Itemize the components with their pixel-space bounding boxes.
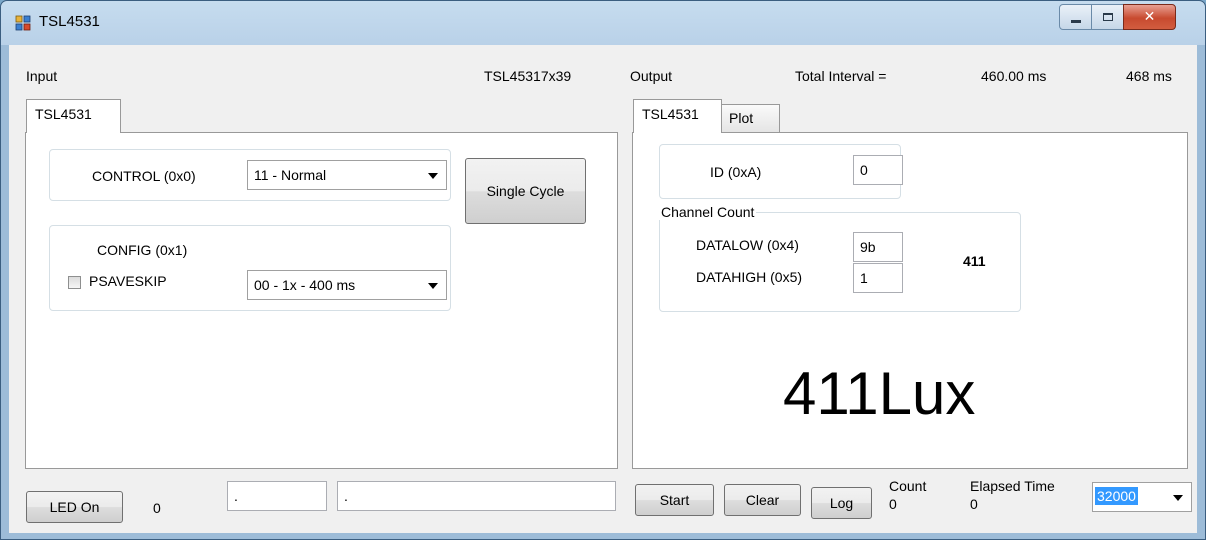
- id-field[interactable]: [853, 155, 903, 185]
- chevron-down-icon: [428, 283, 438, 289]
- single-cycle-label: Single Cycle: [486, 183, 565, 199]
- close-button[interactable]: ✕: [1123, 4, 1176, 30]
- led-value: 0: [153, 500, 161, 516]
- clear-label: Clear: [745, 492, 780, 508]
- tab-label: TSL4531: [35, 106, 92, 122]
- count-label: Count: [889, 478, 927, 494]
- tab-output-tsl4531[interactable]: TSL4531: [633, 99, 722, 133]
- count-value: 0: [889, 496, 897, 512]
- chevron-down-icon: [428, 173, 438, 179]
- chevron-down-icon: [1173, 495, 1183, 501]
- channel-count-title: Channel Count: [659, 204, 757, 220]
- device-info-label: TSL45317x39: [484, 68, 572, 84]
- interval-actual-value: 468 ms: [1126, 68, 1172, 84]
- title-bar[interactable]: TSL4531 ✕: [1, 1, 1205, 45]
- start-label: Start: [659, 492, 690, 508]
- channel-count-total: 411: [963, 253, 986, 269]
- rate-select[interactable]: 32000: [1092, 482, 1192, 512]
- total-interval-value: 460.00 ms: [981, 68, 1047, 84]
- maximize-button[interactable]: [1091, 4, 1124, 30]
- lux-display: 411Lux: [783, 360, 976, 427]
- minimize-button[interactable]: [1059, 4, 1092, 30]
- log-label: Log: [829, 495, 854, 511]
- id-group: ID (0xA): [659, 144, 903, 199]
- output-tab-panel: ID (0xA) Channel Count DATALOW (0x4) DAT…: [632, 132, 1188, 469]
- input-section-label: Input: [26, 68, 58, 84]
- control-select-value: 11 - Normal: [254, 167, 327, 183]
- config-select[interactable]: 00 - 1x - 400 ms: [247, 270, 447, 300]
- tab-input-tsl4531[interactable]: TSL4531: [26, 99, 121, 133]
- config-group: CONFIG (0x1) PSAVESKIP 00 - 1x - 400 ms: [49, 225, 451, 311]
- tab-label: Plot: [729, 110, 754, 126]
- elapsed-time-label: Elapsed Time: [970, 478, 1055, 494]
- tab-label: TSL4531: [642, 106, 699, 122]
- app-icon: [15, 15, 31, 31]
- psaveskip-checkbox[interactable]: [68, 276, 81, 289]
- status-field-1[interactable]: [227, 481, 327, 511]
- channel-count-group: Channel Count DATALOW (0x4) DATAHIGH (0x…: [659, 204, 1021, 312]
- tab-plot[interactable]: Plot: [720, 104, 780, 132]
- total-interval-label: Total Interval =: [795, 68, 887, 84]
- clear-button[interactable]: Clear: [724, 484, 801, 516]
- datahigh-label: DATAHIGH (0x5): [696, 269, 803, 285]
- datalow-label: DATALOW (0x4): [696, 237, 799, 253]
- maximize-icon: [1102, 13, 1113, 21]
- status-field-2[interactable]: [337, 481, 616, 511]
- led-on-label: LED On: [49, 499, 100, 515]
- rate-select-value: 32000: [1095, 487, 1138, 505]
- config-label: CONFIG (0x1): [97, 242, 188, 258]
- datalow-field[interactable]: [853, 232, 903, 262]
- control-select[interactable]: 11 - Normal: [247, 160, 447, 190]
- input-tab-panel: CONTROL (0x0) 11 - Normal Single Cycle C…: [25, 132, 618, 469]
- psaveskip-label: PSAVESKIP: [89, 273, 167, 289]
- start-button[interactable]: Start: [635, 484, 714, 516]
- config-select-value: 00 - 1x - 400 ms: [254, 277, 356, 293]
- output-section-label: Output: [630, 68, 673, 84]
- elapsed-time-value: 0: [970, 496, 978, 512]
- close-icon: ✕: [1143, 9, 1156, 25]
- log-button[interactable]: Log: [811, 487, 872, 519]
- client-area: Input TSL45317x39 Output Total Interval …: [9, 45, 1197, 533]
- control-label: CONTROL (0x0): [92, 168, 196, 184]
- app-window: TSL4531 ✕ Input TSL45317x39 Output Total…: [0, 0, 1206, 540]
- single-cycle-button[interactable]: Single Cycle: [465, 158, 586, 224]
- window-title: TSL4531: [39, 13, 100, 30]
- control-group: CONTROL (0x0) 11 - Normal: [49, 149, 451, 201]
- minimize-icon: [1070, 19, 1081, 23]
- datahigh-field[interactable]: [853, 263, 903, 293]
- id-label: ID (0xA): [710, 164, 762, 180]
- led-on-button[interactable]: LED On: [26, 491, 123, 523]
